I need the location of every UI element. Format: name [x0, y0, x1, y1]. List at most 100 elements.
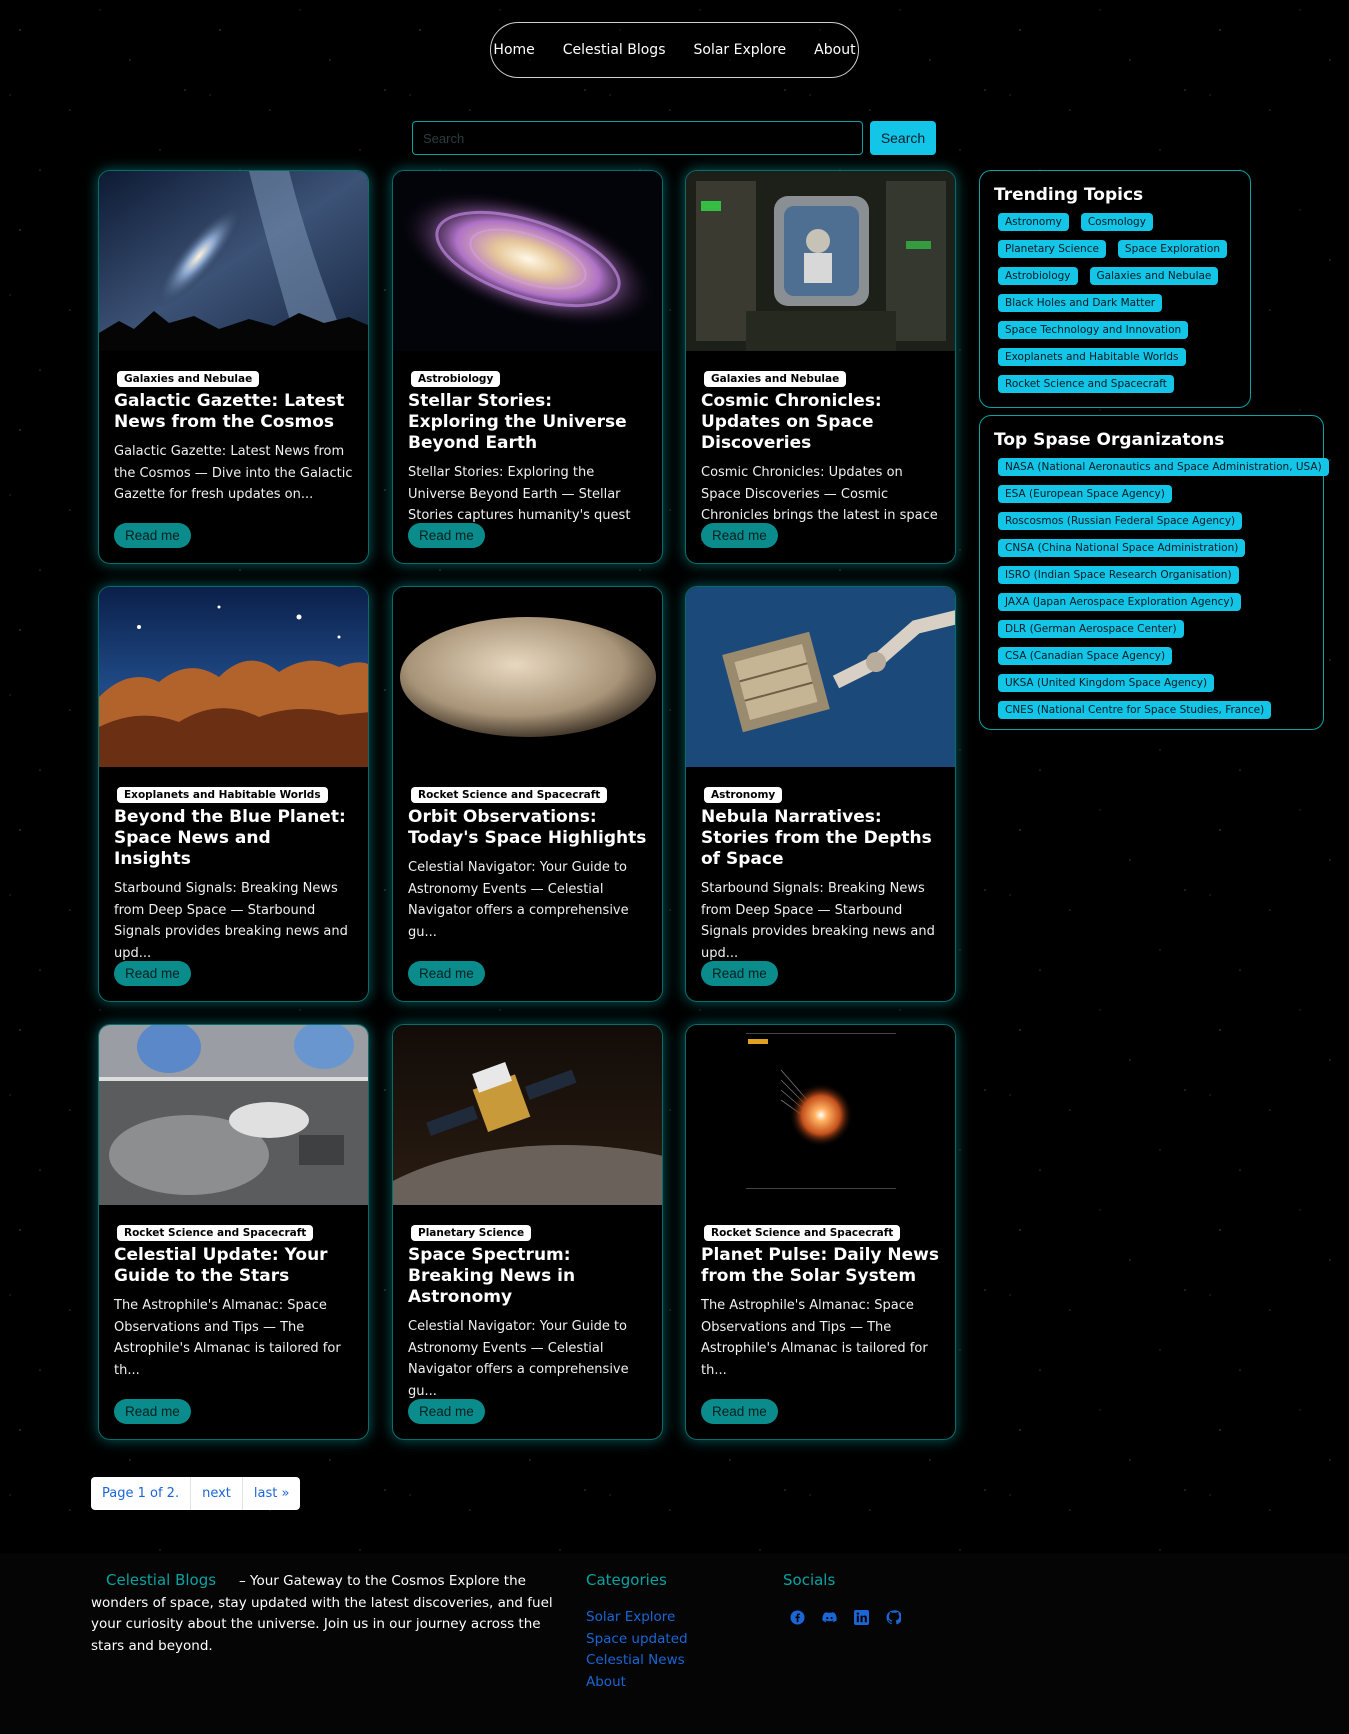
organization-tags: NASA (National Aeronautics and Space Adm…	[994, 458, 1329, 719]
footer-link-space-updated[interactable]: Space updated	[586, 1629, 688, 1651]
topic-tag[interactable]: Planetary Science	[998, 240, 1106, 258]
post-excerpt: Celestial Navigator: Your Guide to Astro…	[408, 860, 629, 940]
facebook-icon[interactable]	[790, 1610, 805, 1625]
post-title[interactable]: Beyond the Blue Planet: Space News and I…	[114, 807, 353, 870]
post-image-galaxy[interactable]	[99, 171, 368, 351]
nav-home[interactable]: Home	[493, 42, 534, 58]
organization-tag[interactable]: JAXA (Japan Aerospace Exploration Agency…	[998, 593, 1241, 611]
discord-icon[interactable]	[822, 1610, 837, 1625]
organization-tag[interactable]: ESA (European Space Agency)	[998, 485, 1172, 503]
page-indicator: Page 1 of 2.	[91, 1477, 192, 1510]
read-me-button[interactable]: Read me	[114, 1399, 191, 1424]
organization-tag[interactable]: DLR (German Aerospace Center)	[998, 620, 1184, 638]
read-me-button[interactable]: Read me	[114, 961, 191, 986]
organization-tag[interactable]: Roscosmos (Russian Federal Space Agency)	[998, 512, 1243, 530]
organizations-title: Top Spase Organizatons	[994, 430, 1225, 450]
read-me-button[interactable]: Read me	[408, 1399, 485, 1424]
post-card: Rocket Science and Spacecraft Orbit Obse…	[392, 586, 663, 1002]
post-card: Galaxies and Nebulae Cosmic Chronicles: …	[685, 170, 956, 564]
nav-celestial-blogs[interactable]: Celestial Blogs	[563, 42, 666, 58]
topic-tag[interactable]: Exoplanets and Habitable Worlds	[998, 348, 1186, 366]
organization-tag[interactable]: CNES (National Centre for Space Studies,…	[998, 701, 1272, 719]
footer-link-about[interactable]: About	[586, 1672, 688, 1694]
nav-about[interactable]: About	[814, 42, 855, 58]
post-card: Galaxies and Nebulae Galactic Gazette: L…	[98, 170, 369, 564]
read-me-button[interactable]: Read me	[114, 523, 191, 548]
post-image-planet[interactable]	[393, 587, 662, 767]
topic-tag[interactable]: Astrobiology	[998, 267, 1078, 285]
category-badge[interactable]: Rocket Science and Spacecraft	[117, 1225, 314, 1241]
footer-brand[interactable]: Celestial Blogs	[106, 1571, 216, 1589]
organization-tag[interactable]: CNSA (China National Space Administratio…	[998, 539, 1246, 557]
post-card: Exoplanets and Habitable Worlds Beyond t…	[98, 586, 369, 1002]
post-image-nebula[interactable]	[99, 587, 368, 767]
footer-category-links: Solar Explore Space updated Celestial Ne…	[586, 1607, 688, 1693]
post-excerpt: Galactic Gazette: Latest News from the C…	[114, 444, 353, 502]
post-image-star-diagram[interactable]	[686, 1025, 955, 1205]
category-badge[interactable]: Astronomy	[704, 787, 783, 803]
footer: – Your Gateway to the Cosmos Explore the…	[0, 1553, 1349, 1734]
organization-tag[interactable]: NASA (National Aeronautics and Space Adm…	[998, 458, 1329, 476]
category-badge[interactable]: Galaxies and Nebulae	[704, 371, 847, 387]
post-title[interactable]: Space Spectrum: Breaking News in Astrono…	[408, 1245, 647, 1308]
read-me-button[interactable]: Read me	[408, 961, 485, 986]
next-page-link[interactable]: next	[191, 1477, 243, 1510]
footer-categories-title: Categories	[586, 1571, 667, 1589]
pagination: Page 1 of 2. next last »	[91, 1477, 301, 1510]
post-card: Astrobiology Stellar Stories: Exploring …	[392, 170, 663, 564]
footer-link-celestial-news[interactable]: Celestial News	[586, 1650, 688, 1672]
category-badge[interactable]: Galaxies and Nebulae	[117, 371, 260, 387]
topic-tag[interactable]: Space Exploration	[1117, 240, 1227, 258]
organization-tag[interactable]: CSA (Canadian Space Agency)	[998, 647, 1173, 665]
post-title[interactable]: Galactic Gazette: Latest News from the C…	[114, 391, 353, 433]
category-badge[interactable]: Rocket Science and Spacecraft	[411, 787, 608, 803]
nav-solar-explore[interactable]: Solar Explore	[694, 42, 787, 58]
post-image-satellite-arm[interactable]	[686, 587, 955, 767]
post-image-spiral-galaxy[interactable]	[393, 171, 662, 351]
post-excerpt: The Astrophile's Almanac: Space Observat…	[701, 1298, 928, 1378]
organization-tag[interactable]: UKSA (United Kingdom Space Agency)	[998, 674, 1215, 692]
post-title[interactable]: Nebula Narratives: Stories from the Dept…	[701, 807, 940, 870]
linkedin-icon[interactable]	[854, 1610, 869, 1625]
topic-tag[interactable]: Astronomy	[998, 213, 1069, 231]
post-card: Astronomy Nebula Narratives: Stories fro…	[685, 586, 956, 1002]
social-icons	[790, 1610, 903, 1625]
topic-tag[interactable]: Space Technology and Innovation	[998, 321, 1189, 339]
topic-tag[interactable]: Black Holes and Dark Matter	[998, 294, 1163, 312]
post-title[interactable]: Cosmic Chronicles: Updates on Space Disc…	[701, 391, 940, 454]
post-excerpt: Starbound Signals: Breaking News from De…	[701, 881, 935, 961]
post-card: Rocket Science and Spacecraft Planet Pul…	[685, 1024, 956, 1440]
category-badge[interactable]: Exoplanets and Habitable Worlds	[117, 787, 328, 803]
footer-link-solar-explore[interactable]: Solar Explore	[586, 1607, 688, 1629]
topic-tag[interactable]: Galaxies and Nebulae	[1089, 267, 1219, 285]
topic-tag[interactable]: Rocket Science and Spacecraft	[998, 375, 1174, 393]
last-page-link[interactable]: last »	[243, 1477, 301, 1510]
post-image-lunar-probe[interactable]	[393, 1025, 662, 1205]
trending-topics-panel: Trending Topics Astronomy Cosmology Plan…	[979, 170, 1251, 408]
search-input[interactable]	[412, 121, 863, 155]
topic-tag[interactable]: Cosmology	[1080, 213, 1153, 231]
trending-topics-title: Trending Topics	[994, 185, 1144, 205]
post-image-lab[interactable]	[99, 1025, 368, 1205]
category-badge[interactable]: Astrobiology	[411, 371, 501, 387]
category-badge[interactable]: Rocket Science and Spacecraft	[704, 1225, 901, 1241]
post-excerpt: The Astrophile's Almanac: Space Observat…	[114, 1298, 341, 1378]
post-title[interactable]: Stellar Stories: Exploring the Universe …	[408, 391, 647, 454]
post-excerpt: Celestial Navigator: Your Guide to Astro…	[408, 1319, 629, 1399]
post-title[interactable]: Orbit Observations: Today's Space Highli…	[408, 807, 647, 849]
post-title[interactable]: Celestial Update: Your Guide to the Star…	[114, 1245, 353, 1287]
read-me-button[interactable]: Read me	[701, 1399, 778, 1424]
search-button[interactable]: Search	[870, 121, 936, 155]
read-me-button[interactable]: Read me	[408, 523, 485, 548]
read-me-button[interactable]: Read me	[701, 961, 778, 986]
trending-tags: Astronomy Cosmology Planetary Science Sp…	[994, 213, 1236, 393]
post-title[interactable]: Planet Pulse: Daily News from the Solar …	[701, 1245, 940, 1287]
post-card: Rocket Science and Spacecraft Celestial …	[98, 1024, 369, 1440]
organization-tag[interactable]: ISRO (Indian Space Research Organisation…	[998, 566, 1239, 584]
category-badge[interactable]: Planetary Science	[411, 1225, 532, 1241]
read-me-button[interactable]: Read me	[701, 523, 778, 548]
post-image-space-station[interactable]	[686, 171, 955, 351]
github-icon[interactable]	[886, 1610, 903, 1625]
post-card: Planetary Science Space Spectrum: Breaki…	[392, 1024, 663, 1440]
footer-socials-title: Socials	[783, 1571, 836, 1589]
